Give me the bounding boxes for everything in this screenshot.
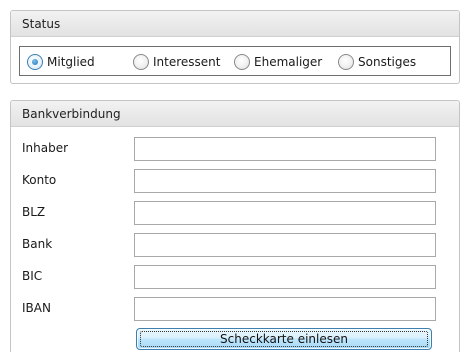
inhaber-input[interactable]	[134, 137, 436, 161]
bank-panel: Bankverbindung Inhaber Konto BLZ Bank BI…	[10, 100, 460, 352]
konto-input[interactable]	[134, 169, 436, 193]
radio-label-sonstiges: Sonstiges	[358, 55, 417, 69]
bank-header: Bankverbindung	[11, 101, 459, 127]
radio-ehemaliger[interactable]: Ehemaliger	[234, 53, 322, 71]
form-row-iban: IBAN	[22, 297, 448, 321]
radio-selected-icon	[27, 54, 43, 70]
form-row-inhaber: Inhaber	[22, 137, 448, 161]
form-row-bank: Bank	[22, 233, 448, 257]
status-header: Status	[11, 11, 459, 37]
form-row-bic: BIC	[22, 265, 448, 289]
label-bic: BIC	[22, 269, 43, 283]
iban-input[interactable]	[134, 297, 436, 321]
label-iban: IBAN	[22, 301, 51, 315]
label-blz: BLZ	[22, 205, 46, 219]
bic-input[interactable]	[134, 265, 436, 289]
scan-card-button-label: Scheckkarte einlesen	[220, 332, 348, 346]
status-radio-group: Mitglied Interessent Ehemaliger Sonstige…	[19, 46, 451, 76]
radio-sonstiges[interactable]: Sonstiges	[338, 53, 416, 71]
form-row-konto: Konto	[22, 169, 448, 193]
form-row-blz: BLZ	[22, 201, 448, 225]
radio-label-ehemaliger: Ehemaliger	[254, 55, 323, 69]
scan-card-button[interactable]: Scheckkarte einlesen	[136, 328, 432, 350]
radio-label-interessent: Interessent	[153, 55, 221, 69]
bank-input[interactable]	[134, 233, 436, 257]
blz-input[interactable]	[134, 201, 436, 225]
radio-unselected-icon	[234, 54, 250, 70]
label-bank: Bank	[22, 237, 53, 251]
status-panel: Status Mitglied Interessent Ehemaliger S…	[10, 10, 460, 84]
radio-label-mitglied: Mitglied	[47, 55, 95, 69]
radio-interessent[interactable]: Interessent	[133, 53, 220, 71]
label-konto: Konto	[22, 173, 57, 187]
radio-unselected-icon	[338, 54, 354, 70]
radio-unselected-icon	[133, 54, 149, 70]
label-inhaber: Inhaber	[22, 141, 69, 155]
radio-mitglied[interactable]: Mitglied	[27, 53, 95, 71]
